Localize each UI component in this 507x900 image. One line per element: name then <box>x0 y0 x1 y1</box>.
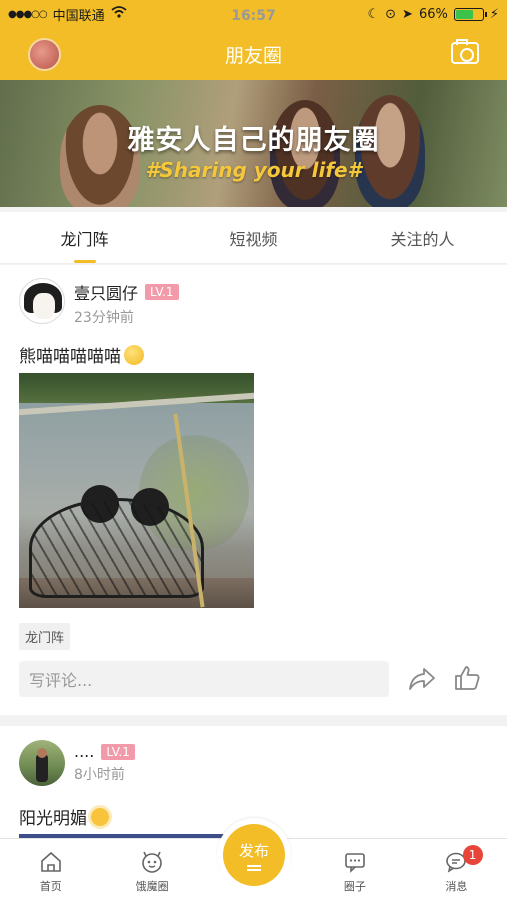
banner-headline: 雅安人自己的朋友圈 <box>127 125 380 156</box>
post-text: 熊喵喵喵喵喵 <box>19 342 144 367</box>
tabbar-label: 圈子 <box>343 880 366 893</box>
chat-icon <box>345 853 365 873</box>
battery-percent: 66% <box>418 6 448 22</box>
tabbar-label: 饿魔圈 <box>135 880 169 893</box>
signal-icon: ●●●○○ <box>8 8 48 20</box>
tabbar-label: 消息 <box>445 880 468 893</box>
battery-icon <box>453 7 487 21</box>
post-card: 壹只圆仔 LV.1 23分钟前 熊喵喵喵喵喵 龙门阵 写评论... <box>0 265 507 715</box>
level-badge: LV.1 <box>145 284 179 300</box>
tabbar-item-emo-circle[interactable]: 饿魔圈 <box>101 839 202 900</box>
tabbar-label: 首页 <box>39 880 62 893</box>
post-photo[interactable] <box>19 373 254 608</box>
thinking-emoji-icon <box>124 344 144 365</box>
post-tag[interactable]: 龙门阵 <box>19 623 71 650</box>
carrier-label: 中国联通 <box>52 8 105 24</box>
wifi-icon <box>111 6 127 22</box>
face-icon <box>142 851 162 873</box>
user-avatar[interactable] <box>28 38 61 71</box>
tab-short-video[interactable]: 短视频 <box>169 212 338 263</box>
tab-following[interactable]: 关注的人 <box>338 212 507 263</box>
share-icon[interactable] <box>408 666 436 692</box>
post-text: 阳光明媚 <box>19 804 109 829</box>
menu-lines-icon <box>247 864 261 871</box>
comment-input[interactable]: 写评论... <box>19 661 389 697</box>
location-icon: ➤ <box>402 6 413 22</box>
feed-tabs: 龙门阵 短视频 关注的人 <box>0 212 507 264</box>
top-bar: ●●●○○ 中国联通 16:57 ☾ ⊙ ➤ 66% ⚡ 朋友圈 <box>0 0 507 80</box>
charging-icon: ⚡ <box>489 6 499 22</box>
post-avatar[interactable] <box>19 278 65 324</box>
publish-label: 发布 <box>238 841 269 860</box>
sun-emoji-icon <box>91 807 109 826</box>
banner[interactable]: 雅安人自己的朋友圈 #Sharing your life# <box>0 80 507 207</box>
nav-bar: 朋友圈 <box>0 28 507 80</box>
post-avatar[interactable] <box>19 740 65 786</box>
status-bar: ●●●○○ 中国联通 16:57 ☾ ⊙ ➤ 66% ⚡ <box>0 0 507 28</box>
post-username[interactable]: .... <box>74 742 94 761</box>
post-time: 8小时前 <box>74 767 125 783</box>
publish-button[interactable]: 发布 <box>217 818 291 892</box>
page-title: 朋友圈 <box>224 44 282 67</box>
post-time: 23分钟前 <box>74 310 134 326</box>
like-icon[interactable] <box>454 665 480 691</box>
tabbar-item-home[interactable]: 首页 <box>0 839 101 900</box>
level-badge: LV.1 <box>101 743 135 760</box>
lock-rotation-icon: ⊙ <box>385 6 397 22</box>
tabbar-item-messages[interactable]: 消息 1 <box>406 839 507 900</box>
banner-subline: #Sharing your life# <box>145 158 362 182</box>
post-username[interactable]: 壹只圆仔 <box>74 280 138 304</box>
tabbar-item-circles[interactable]: 圈子 <box>304 839 405 900</box>
home-icon <box>40 851 61 872</box>
notification-badge: 1 <box>462 845 483 865</box>
tab-longmenzhen[interactable]: 龙门阵 <box>0 212 169 263</box>
moon-icon: ☾ <box>367 6 380 22</box>
camera-icon[interactable] <box>451 39 479 64</box>
